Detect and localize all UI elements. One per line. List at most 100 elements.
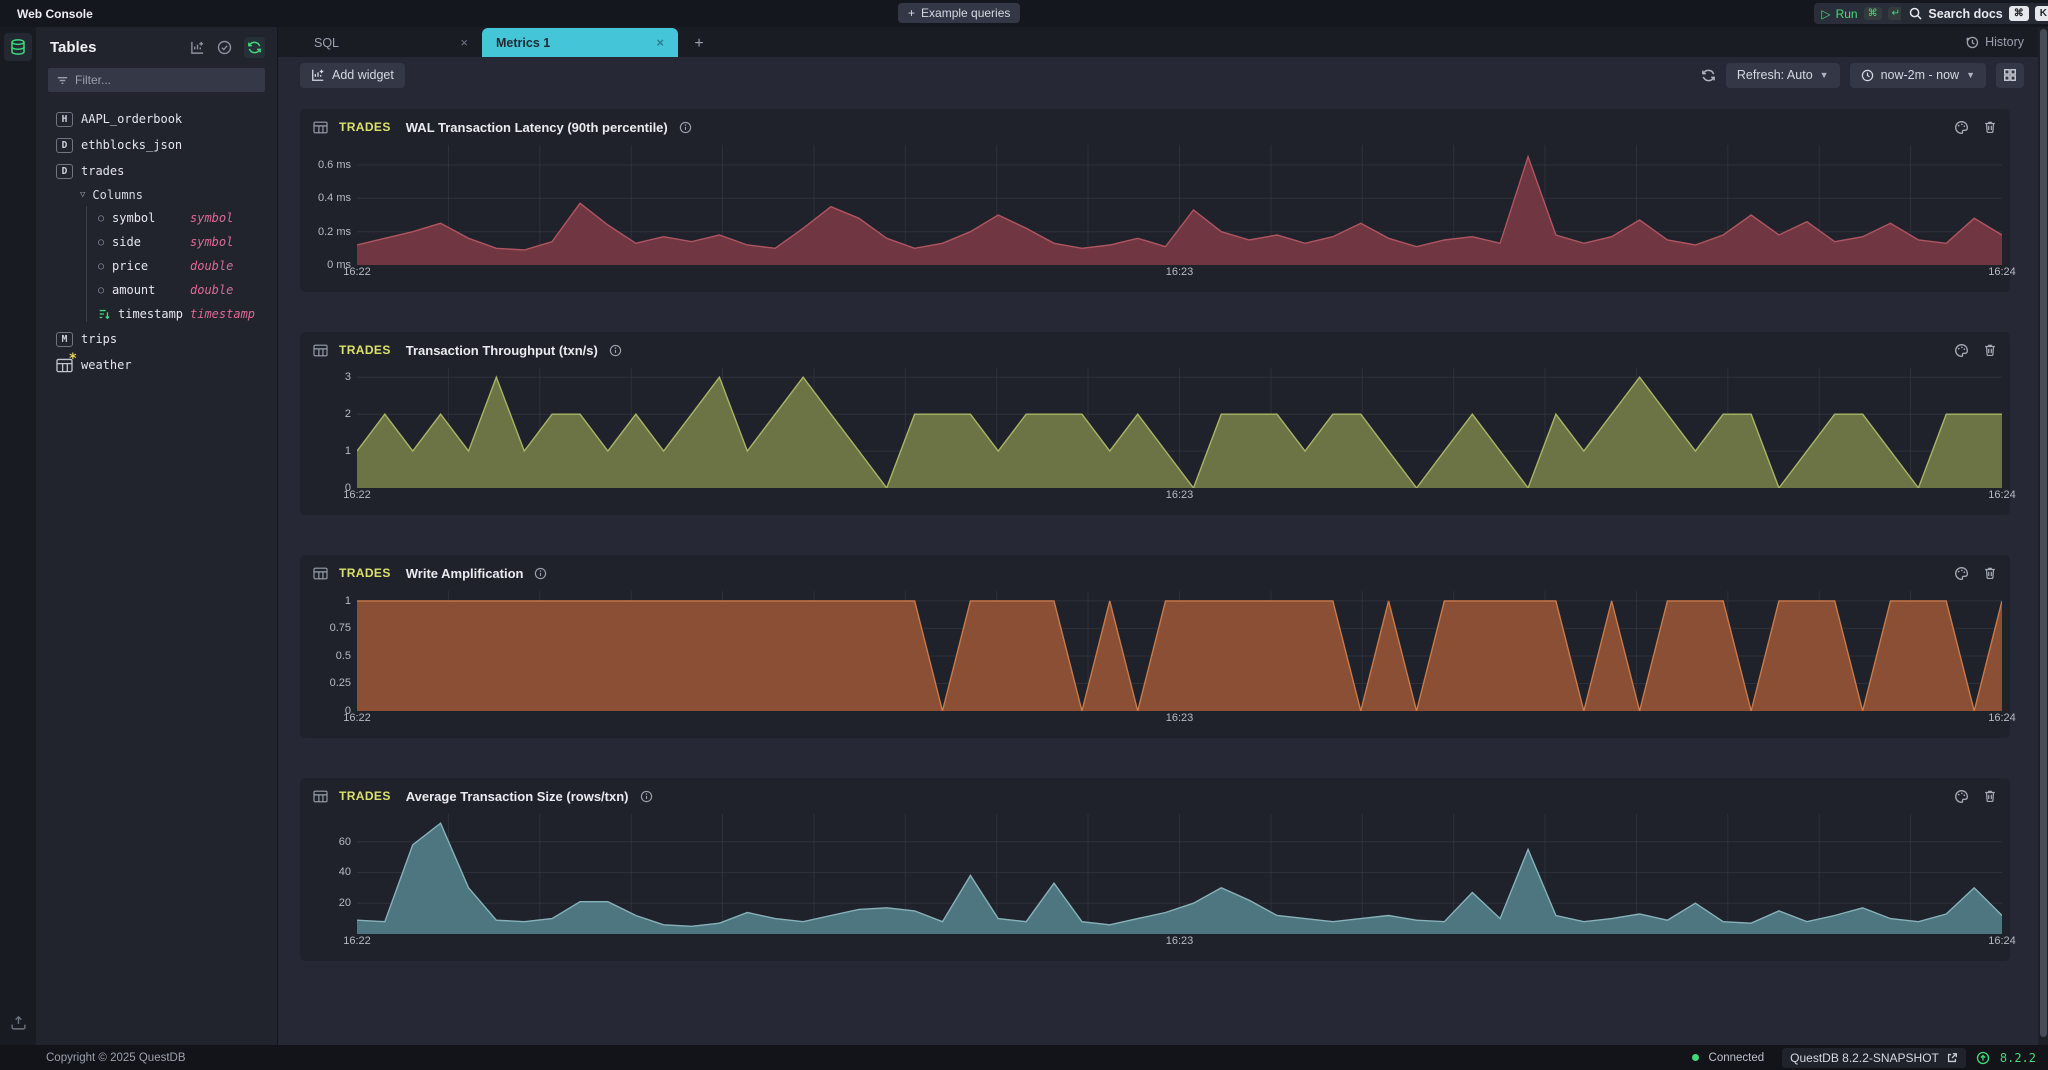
cmd-key-badge: ⌘ [1864,7,1882,20]
update-icon[interactable] [1976,1051,1990,1065]
filter-input-wrap [48,68,265,92]
widget-write-amplification: TRADES Write Amplification [300,555,2010,738]
check-circle-icon[interactable] [217,40,232,55]
table-badge: H [56,112,73,127]
table-item-ethblocks-json[interactable]: D ethblocks_json [36,132,277,158]
y-tick-label: 20 [339,897,351,909]
add-metrics-icon[interactable] [190,40,205,55]
x-tick-label: 16:23 [1166,935,1194,947]
column-price[interactable]: ○ price double [36,254,277,278]
column-circle-icon: ○ [98,261,104,272]
column-symbol[interactable]: ○ symbol symbol [36,206,277,230]
info-icon[interactable] [640,790,653,803]
refresh-mode-dropdown[interactable]: Refresh: Auto ▼ [1726,63,1840,88]
star-icon: * [69,351,77,367]
import-icon[interactable] [10,1014,27,1031]
scrollbar-thumb[interactable] [2040,29,2047,1037]
chart-plot[interactable] [357,591,2002,711]
x-tick-label: 16:22 [343,712,371,724]
y-tick-label: 0.25 [330,677,351,689]
info-icon[interactable] [679,121,692,134]
tab-sql[interactable]: SQL × [300,28,482,57]
time-range-dropdown[interactable]: now-2m - now ▼ [1850,63,1986,88]
table-name: weather [81,358,132,372]
y-axis: 604020 [300,814,357,934]
y-axis: 3210 [300,368,357,488]
database-icon[interactable] [4,33,32,61]
close-tab-icon[interactable]: × [460,35,468,50]
materialized-table-icon: * [56,358,73,373]
tables-sidebar: Tables H AAPL_orderbook [36,27,278,1045]
example-queries-button[interactable]: + Example queries [898,3,1020,23]
top-bar: Web Console + Example queries ▷ Run ⌘ ↵ … [0,0,2048,27]
chart-plot[interactable] [357,145,2002,265]
connected-label: Connected [1709,1052,1765,1064]
table-name: trades [81,164,124,178]
x-tick-label: 16:24 [1988,935,2016,947]
x-tick-label: 16:22 [343,266,371,278]
vertical-scrollbar[interactable] [2038,27,2048,1045]
x-tick-label: 16:22 [343,935,371,947]
copyright-text: Copyright © 2025 QuestDB [46,1052,186,1064]
column-type: symbol [190,235,233,249]
tree-guide-line [86,206,87,322]
close-tab-icon[interactable]: × [656,35,664,50]
palette-icon[interactable] [1954,566,1969,581]
palette-icon[interactable] [1954,343,1969,358]
table-item-trades[interactable]: D trades [36,158,277,184]
widget-title: Transaction Throughput (txn/s) [406,343,598,358]
left-rail [0,27,36,1045]
history-button[interactable]: History [1965,27,2024,57]
chart-plot[interactable] [357,814,2002,934]
column-side[interactable]: ○ side symbol [36,230,277,254]
x-axis: 16:2216:2316:24 [357,266,2002,281]
columns-label: Columns [92,188,143,202]
info-icon[interactable] [609,344,622,357]
palette-icon[interactable] [1954,789,1969,804]
table-icon [313,790,328,803]
tables-title: Tables [50,39,190,56]
delete-widget-icon[interactable] [1983,343,1997,357]
refresh-tables-icon[interactable] [244,37,265,58]
version-link[interactable]: QuestDB 8.2.2-SNAPSHOT [1782,1048,1966,1068]
tab-metrics-1[interactable]: Metrics 1 × [482,28,678,57]
column-timestamp[interactable]: timestamp timestamp [36,302,277,326]
x-tick-label: 16:23 [1166,266,1194,278]
column-amount[interactable]: ○ amount double [36,278,277,302]
filter-input[interactable] [75,73,257,87]
delete-widget-icon[interactable] [1983,789,1997,803]
tables-tree: H AAPL_orderbook D ethblocks_json D trad… [36,106,277,378]
new-tab-button[interactable]: + [686,31,712,57]
x-tick-label: 16:24 [1988,489,2016,501]
x-axis: 16:2216:2316:24 [357,712,2002,727]
caret-down-icon: ▽ [80,190,85,200]
widget-table-name: TRADES [339,566,391,580]
filter-icon [56,74,69,87]
chart-plot[interactable] [357,368,2002,488]
run-button[interactable]: ▷ Run ⌘ ↵ [1814,3,1911,24]
history-icon [1965,35,1979,49]
y-tick-label: 1 [345,445,351,457]
y-tick-label: 0.6 ms [318,159,351,171]
info-icon[interactable] [534,567,547,580]
widget-wal-latency: TRADES WAL Transaction Latency (90th per… [300,109,2010,292]
palette-icon[interactable] [1954,120,1969,135]
add-widget-button[interactable]: Add widget [300,63,405,88]
table-item-aapl-orderbook[interactable]: H AAPL_orderbook [36,106,277,132]
table-item-trips[interactable]: M trips [36,326,277,352]
table-item-weather[interactable]: * weather [36,352,277,378]
external-link-icon [1946,1052,1958,1064]
table-badge: M [56,332,73,347]
refresh-dashboard-icon[interactable] [1701,68,1716,83]
widget-title: WAL Transaction Latency (90th percentile… [406,120,668,135]
layout-grid-button[interactable] [1996,63,2024,88]
columns-toggle[interactable]: ▽ Columns [36,184,277,206]
search-docs-button[interactable]: Search docs ⌘ K [1901,3,2048,24]
delete-widget-icon[interactable] [1983,566,1997,580]
y-axis: 10.750.50.250 [300,591,357,711]
table-icon [313,344,328,357]
table-name: AAPL_orderbook [81,112,182,126]
widget-avg-transaction-size: TRADES Average Transaction Size (rows/tx… [300,778,2010,961]
widget-title: Average Transaction Size (rows/txn) [406,789,629,804]
delete-widget-icon[interactable] [1983,120,1997,134]
